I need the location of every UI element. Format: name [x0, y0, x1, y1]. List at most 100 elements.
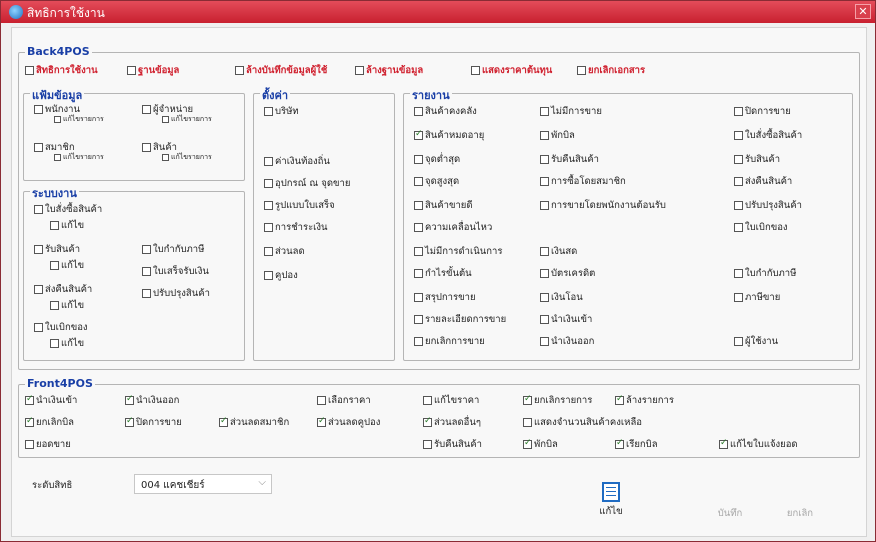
- report-checkbox[interactable]: ยกเลิกการขาย: [414, 334, 485, 349]
- report-checkbox[interactable]: นำเงินเข้า: [540, 312, 592, 327]
- report-checkbox[interactable]: รายละเอียดการขาย: [414, 312, 506, 327]
- report-checkbox[interactable]: ปรับปรุงสินค้า: [734, 198, 802, 213]
- save-button[interactable]: บันทึก: [712, 506, 748, 521]
- back4pos-title: Back4POS: [25, 45, 92, 58]
- front-option-checkbox[interactable]: ปิดการขาย: [125, 415, 182, 430]
- report-checkbox[interactable]: จุดต่ำสุด: [414, 152, 460, 167]
- settings-title: ตั้งค่า: [260, 86, 291, 104]
- cancel-button[interactable]: ยกเลิก: [780, 506, 820, 521]
- system-item-checkbox[interactable]: ใบกำกับภาษี: [142, 242, 204, 257]
- settings-checkbox[interactable]: คูปอง: [264, 268, 298, 283]
- system-item-checkbox[interactable]: รับสินค้า: [34, 242, 80, 257]
- system-edit-checkbox[interactable]: แก้ไข: [50, 258, 84, 273]
- master-sub-checkbox[interactable]: แก้ไขรายการ: [162, 114, 212, 125]
- back-top-checkbox[interactable]: ฐานข้อมูล: [127, 63, 179, 78]
- edit-icon: [602, 482, 620, 502]
- front-option-checkbox[interactable]: ส่วนลดสมาชิก: [219, 415, 289, 430]
- permissions-panel: Back4POS สิทธิการใช้งาน ฐานข้อมูล ล้างบั…: [11, 27, 867, 537]
- back-top-checkbox[interactable]: สิทธิการใช้งาน: [25, 63, 98, 78]
- settings-checkbox[interactable]: อุปกรณ์ ณ จุดขาย: [264, 176, 350, 191]
- system-item-checkbox[interactable]: ใบเบิกของ: [34, 320, 88, 335]
- settings-checkbox[interactable]: การชำระเงิน: [264, 220, 328, 235]
- master-sub-checkbox[interactable]: แก้ไขรายการ: [162, 152, 212, 163]
- report-checkbox[interactable]: นำเงินออก: [540, 334, 594, 349]
- app-icon: [9, 5, 23, 19]
- report-checkbox[interactable]: จุดสูงสุด: [414, 174, 459, 189]
- report-checkbox[interactable]: ใบเบิกของ: [734, 220, 788, 235]
- back-top-checkbox[interactable]: ล้างฐานข้อมูล: [355, 63, 423, 78]
- settings-checkbox[interactable]: รูปแบบใบเสร็จ: [264, 198, 335, 213]
- report-checkbox[interactable]: ไม่มีการดำเนินการ: [414, 244, 502, 259]
- settings-checkbox[interactable]: ค่าเงินท้องถิ่น: [264, 154, 330, 169]
- system-group: ระบบงาน ใบสั่งซื้อสินค้า แก้ไข รับสินค้า…: [23, 184, 245, 361]
- front-option-checkbox[interactable]: แสดงจำนวนสินค้าคงเหลือ: [523, 415, 642, 430]
- close-icon: ✕: [858, 5, 868, 18]
- front-option-checkbox[interactable]: ส่วนลดคูปอง: [317, 415, 380, 430]
- report-checkbox[interactable]: ปิดการขาย: [734, 104, 791, 119]
- front-option-checkbox[interactable]: เรียกบิล: [615, 437, 658, 452]
- back-top-checkbox[interactable]: แสดงราคาต้นทุน: [471, 63, 552, 78]
- save-button-label: บันทึก: [717, 508, 743, 519]
- report-checkbox[interactable]: กำไรขั้นต้น: [414, 266, 472, 281]
- front-option-checkbox[interactable]: ยอดขาย: [25, 437, 71, 452]
- system-item-checkbox[interactable]: ปรับปรุงสินค้า: [142, 286, 210, 301]
- settings-group: ตั้งค่า บริษัท ค่าเงินท้องถิ่น อุปกรณ์ ณ…: [253, 86, 395, 361]
- front-option-checkbox[interactable]: ยกเลิกรายการ: [523, 393, 592, 408]
- report-checkbox[interactable]: ภาษีขาย: [734, 290, 780, 305]
- report-checkbox[interactable]: สินค้าหมดอายุ: [414, 128, 484, 143]
- master-sub-checkbox[interactable]: แก้ไขรายการ: [54, 152, 104, 163]
- reports-group: รายงาน สินค้าคงคลังสินค้าหมดอายุจุดต่ำสุ…: [403, 86, 853, 361]
- report-checkbox[interactable]: ใบกำกับภาษี: [734, 266, 796, 281]
- report-checkbox[interactable]: พักบิล: [540, 128, 575, 143]
- master-sub-checkbox[interactable]: แก้ไขรายการ: [54, 114, 104, 125]
- report-checkbox[interactable]: การขายโดยพนักงานต้อนรับ: [540, 198, 666, 213]
- front-option-checkbox[interactable]: นำเงินออก: [125, 393, 179, 408]
- back-top-checkbox[interactable]: ยกเลิกเอกสาร: [577, 63, 645, 78]
- settings-checkbox[interactable]: บริษัท: [264, 104, 299, 119]
- report-checkbox[interactable]: สินค้าขายดี: [414, 198, 473, 213]
- front4pos-title: Front4POS: [25, 377, 95, 390]
- report-checkbox[interactable]: ความเคลื่อนไหว: [414, 220, 492, 235]
- report-checkbox[interactable]: ผู้ใช้งาน: [734, 334, 778, 349]
- system-edit-checkbox[interactable]: แก้ไข: [50, 218, 84, 233]
- permission-level-label: ระดับสิทธิ: [32, 480, 73, 491]
- report-checkbox[interactable]: เงินโอน: [540, 290, 583, 305]
- system-item-checkbox[interactable]: ใบเสร็จรับเงิน: [142, 264, 209, 279]
- settings-checkbox[interactable]: ส่วนลด: [264, 244, 305, 259]
- report-checkbox[interactable]: ไม่มีการขาย: [540, 104, 602, 119]
- permission-level-value: 004 แคชเชียร์: [141, 480, 205, 491]
- cancel-button-label: ยกเลิก: [786, 508, 814, 519]
- report-checkbox[interactable]: รับสินค้า: [734, 152, 780, 167]
- front-option-checkbox[interactable]: ยกเลิกบิล: [25, 415, 74, 430]
- back4pos-group: Back4POS สิทธิการใช้งาน ฐานข้อมูล ล้างบั…: [18, 45, 860, 370]
- front-option-checkbox[interactable]: ส่วนลดอื่นๆ: [423, 415, 481, 430]
- report-checkbox[interactable]: เงินสด: [540, 244, 577, 259]
- front-option-checkbox[interactable]: รับคืนสินค้า: [423, 437, 482, 452]
- report-checkbox[interactable]: ส่งคืนสินค้า: [734, 174, 792, 189]
- edit-button[interactable]: แก้ไข: [594, 482, 628, 519]
- system-title: ระบบงาน: [30, 184, 79, 202]
- edit-button-label: แก้ไข: [599, 506, 623, 517]
- front-option-checkbox[interactable]: แก้ไขใบแจ้งยอด: [719, 437, 798, 452]
- system-item-checkbox[interactable]: ใบสั่งซื้อสินค้า: [34, 202, 102, 217]
- report-checkbox[interactable]: บัตรเครดิต: [540, 266, 595, 281]
- front-option-checkbox[interactable]: พักบิล: [523, 437, 558, 452]
- system-item-checkbox[interactable]: ส่งคืนสินค้า: [34, 282, 92, 297]
- close-button[interactable]: ✕: [855, 4, 871, 19]
- front-option-checkbox[interactable]: นำเงินเข้า: [25, 393, 77, 408]
- system-edit-checkbox[interactable]: แก้ไข: [50, 336, 84, 351]
- back-top-checkbox[interactable]: ล้างบันทึกข้อมูลผู้ใช้: [235, 63, 327, 78]
- report-checkbox[interactable]: สินค้าคงคลัง: [414, 104, 477, 119]
- chevron-down-icon: ⌵: [258, 477, 266, 488]
- report-checkbox[interactable]: การซื้อโดยสมาชิก: [540, 174, 626, 189]
- permission-level-select[interactable]: 004 แคชเชียร์ ⌵: [134, 474, 272, 494]
- report-checkbox[interactable]: รับคืนสินค้า: [540, 152, 599, 167]
- front-option-checkbox[interactable]: เลือกราคา: [317, 393, 371, 408]
- front-option-checkbox[interactable]: แก้ไขราคา: [423, 393, 479, 408]
- system-edit-checkbox[interactable]: แก้ไข: [50, 298, 84, 313]
- report-checkbox[interactable]: ใบสั่งซื้อสินค้า: [734, 128, 802, 143]
- report-checkbox[interactable]: สรุปการขาย: [414, 290, 476, 305]
- front4pos-group: Front4POS นำเงินเข้านำเงินออกเลือกราคาแก…: [18, 377, 860, 458]
- front-option-checkbox[interactable]: ล้างรายการ: [615, 393, 674, 408]
- window-title: สิทธิการใช้งาน: [27, 6, 105, 20]
